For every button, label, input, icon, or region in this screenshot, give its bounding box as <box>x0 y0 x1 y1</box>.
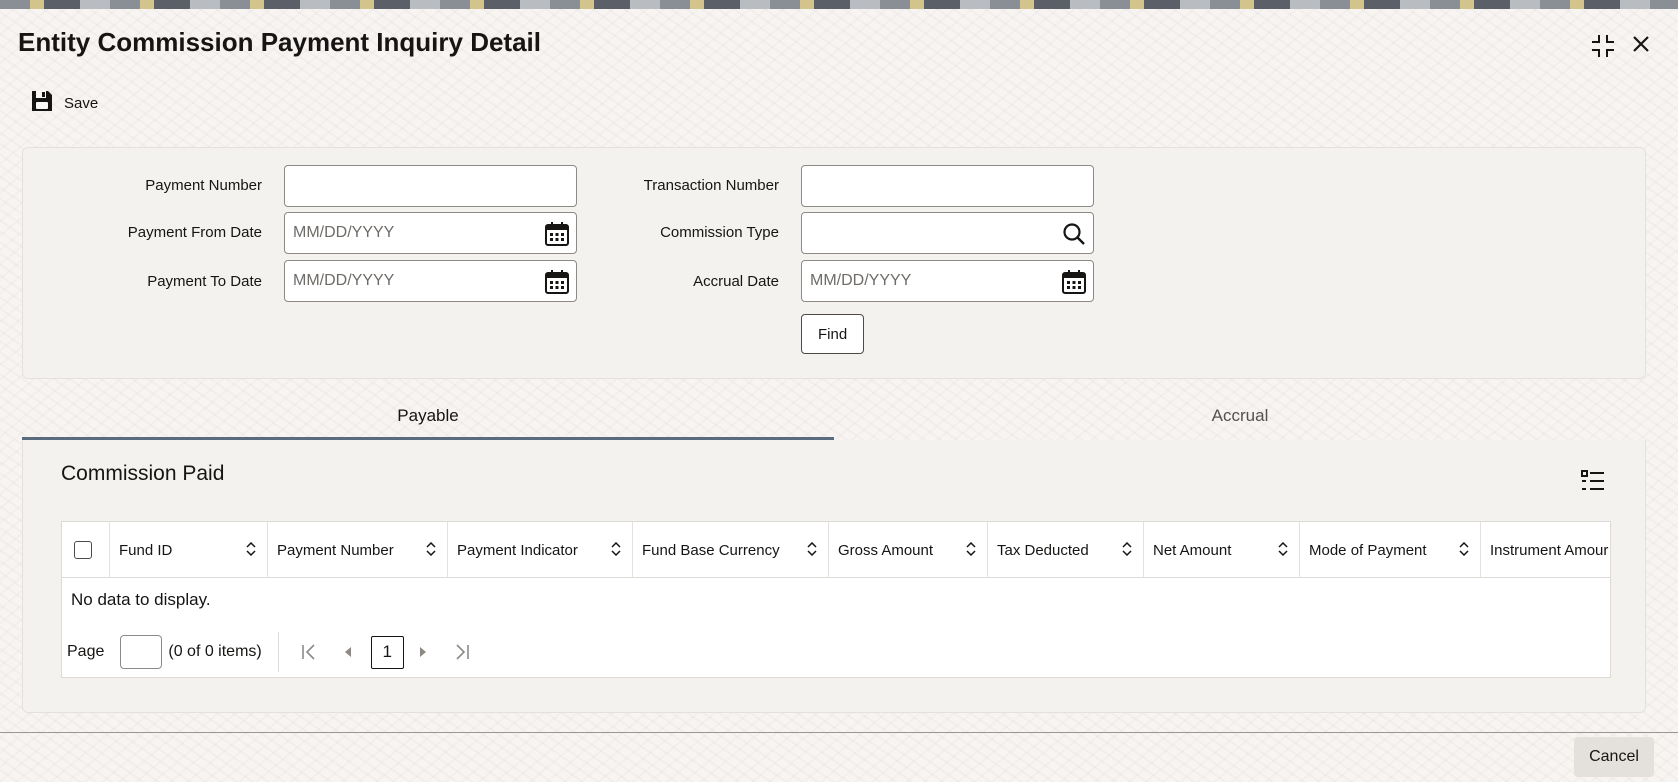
commission-type-label: Commission Type <box>660 224 779 241</box>
sort-icon[interactable] <box>1121 541 1133 560</box>
first-page-icon[interactable] <box>301 644 317 660</box>
accrual-date-label: Accrual Date <box>693 273 779 290</box>
save-button[interactable]: Save <box>30 89 98 117</box>
transaction-number-input[interactable] <box>801 165 1094 207</box>
payment-from-date-input[interactable]: MM/DD/YYYY <box>284 212 577 254</box>
maximize-icon[interactable] <box>1590 33 1616 64</box>
save-label: Save <box>64 94 99 112</box>
sort-icon[interactable] <box>610 541 622 560</box>
column-header-fund-base-currency[interactable]: Fund Base Currency <box>633 522 829 578</box>
next-page-icon[interactable] <box>418 646 428 658</box>
column-header-net-amount[interactable]: Net Amount <box>1144 522 1300 578</box>
tab-payable[interactable]: Payable <box>22 396 834 440</box>
select-all-cell <box>62 522 110 578</box>
column-header-mode-of-payment[interactable]: Mode of Payment <box>1300 522 1481 578</box>
payment-to-date-label: Payment To Date <box>147 273 262 290</box>
pagination: Page (0 of 0 items) 1 <box>62 632 1610 672</box>
transaction-number-label: Transaction Number <box>643 177 779 194</box>
footer <box>0 733 1678 782</box>
last-page-icon[interactable] <box>454 644 470 660</box>
find-button[interactable]: Find <box>801 314 865 354</box>
top-banner-strip <box>0 0 1678 9</box>
sort-icon[interactable] <box>1458 541 1470 560</box>
column-header-instrument-amount[interactable]: Instrument Amour <box>1481 522 1610 578</box>
page-title: Entity Commission Payment Inquiry Detail <box>18 27 541 57</box>
commission-paid-table: Fund ID Payment Number Payment Indicator… <box>61 521 1611 678</box>
select-all-checkbox[interactable] <box>74 541 92 559</box>
commission-type-input[interactable] <box>801 212 1094 254</box>
accrual-date-input[interactable]: MM/DD/YYYY <box>801 260 1094 302</box>
window-header: Entity Commission Payment Inquiry Detail <box>0 9 1678 71</box>
column-header-gross-amount[interactable]: Gross Amount <box>829 522 988 578</box>
page-number-input[interactable] <box>120 635 163 669</box>
commission-paid-section: Commission Paid Fund ID Payment Number P… <box>22 440 1646 713</box>
tab-bar: Payable Accrual <box>22 396 1646 440</box>
sort-icon[interactable] <box>965 541 977 560</box>
save-disk-icon <box>30 89 54 118</box>
sort-icon[interactable] <box>425 541 437 560</box>
calendar-icon[interactable] <box>1061 269 1087 300</box>
payment-number-input[interactable] <box>284 165 577 207</box>
payment-to-date-input[interactable]: MM/DD/YYYY <box>284 260 577 302</box>
table-header-row: Fund ID Payment Number Payment Indicator… <box>62 522 1610 578</box>
sort-icon[interactable] <box>806 541 818 560</box>
current-page[interactable]: 1 <box>370 635 404 669</box>
page-label: Page <box>67 643 105 660</box>
cancel-button[interactable]: Cancel <box>1574 737 1654 777</box>
sort-icon[interactable] <box>1277 541 1289 560</box>
sort-icon[interactable] <box>245 541 257 560</box>
column-header-tax-deducted[interactable]: Tax Deducted <box>988 522 1144 578</box>
column-list-icon[interactable] <box>1581 470 1605 497</box>
close-icon[interactable] <box>1630 33 1652 60</box>
item-count: (0 of 0 items) <box>168 643 262 660</box>
tab-accrual[interactable]: Accrual <box>834 396 1646 440</box>
column-header-fund-id[interactable]: Fund ID <box>110 522 268 578</box>
payment-from-date-label: Payment From Date <box>127 224 262 241</box>
previous-page-icon[interactable] <box>343 646 353 658</box>
section-title: Commission Paid <box>61 462 225 485</box>
search-panel: Payment Number Payment From Date MM/DD/Y… <box>22 147 1646 379</box>
payment-number-label: Payment Number <box>145 177 262 194</box>
pager-divider <box>277 632 279 672</box>
empty-message: No data to display. <box>71 590 211 609</box>
column-header-payment-number[interactable]: Payment Number <box>268 522 448 578</box>
search-icon[interactable] <box>1061 221 1087 252</box>
column-header-payment-indicator[interactable]: Payment Indicator <box>448 522 633 578</box>
